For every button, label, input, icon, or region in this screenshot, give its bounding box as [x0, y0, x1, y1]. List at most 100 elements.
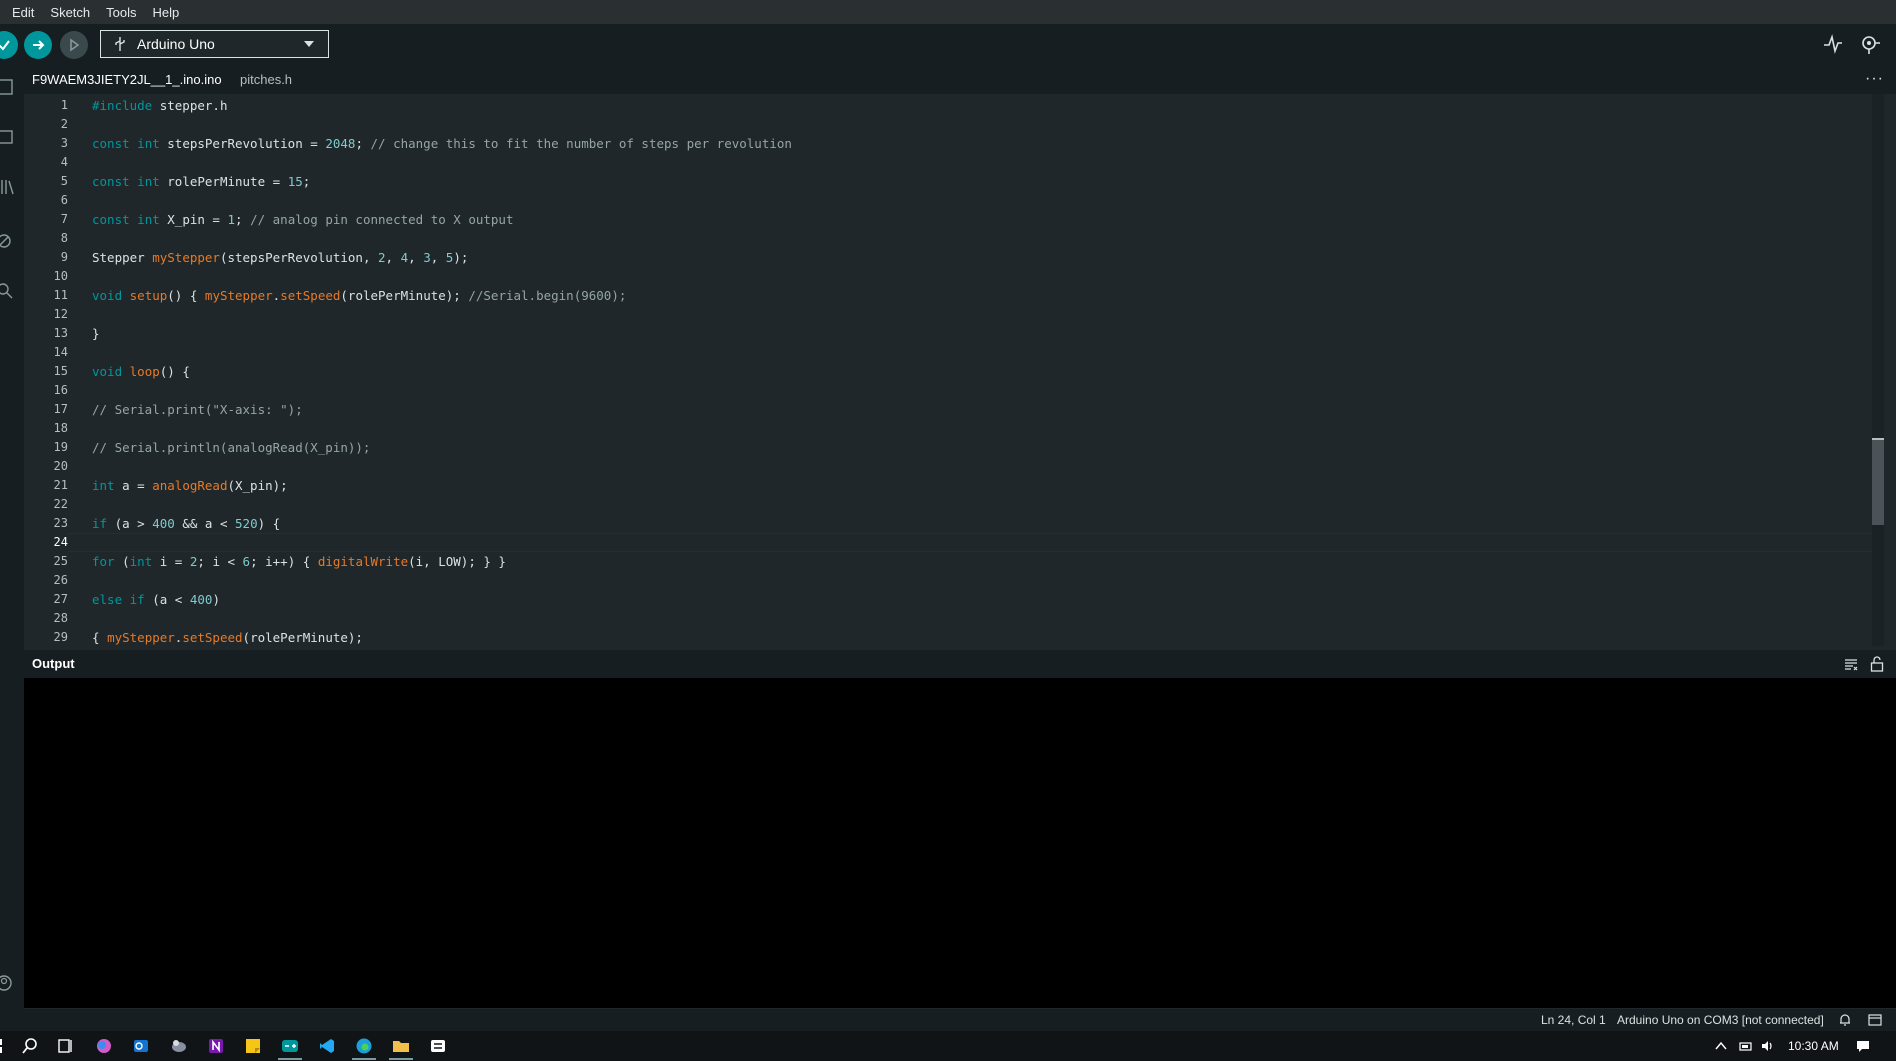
output-console[interactable]	[24, 678, 1896, 1008]
vscode-icon[interactable]	[318, 1037, 336, 1055]
code-token: (rolePerMinute);	[242, 630, 363, 645]
file-explorer-icon[interactable]	[392, 1037, 410, 1055]
code-line[interactable]: Stepper myStepper(stepsPerRevolution, 2,…	[92, 248, 468, 267]
scrollbar-thumb[interactable]	[1872, 438, 1884, 525]
code-token: }	[92, 326, 100, 341]
editor-scrollbar[interactable]	[1872, 94, 1884, 646]
edge-icon[interactable]	[355, 1037, 373, 1055]
code-token: int	[92, 478, 115, 493]
debug-icon	[70, 38, 80, 52]
code-line[interactable]: void setup() { myStepper.setSpeed(rolePe…	[92, 286, 626, 305]
code-token: for	[92, 554, 115, 569]
code-token: 3	[423, 250, 431, 265]
line-number: 21	[53, 478, 68, 492]
clear-output-icon[interactable]	[1844, 657, 1858, 671]
code-token: (X_pin);	[227, 478, 288, 493]
code-line[interactable]: // Serial.println(analogRead(X_pin));	[92, 438, 370, 457]
code-line[interactable]: const int X_pin = 1; // analog pin conne…	[92, 210, 513, 229]
onenote-icon[interactable]	[207, 1037, 225, 1055]
outlook-icon[interactable]	[132, 1037, 150, 1055]
upload-button[interactable]	[24, 31, 52, 59]
code-line[interactable]: }	[92, 324, 100, 343]
teams-app-icon[interactable]	[170, 1037, 188, 1055]
chevron-up-icon[interactable]	[1714, 1039, 1728, 1053]
code-line[interactable]: int a = analogRead(X_pin);	[92, 476, 288, 495]
line-number: 13	[53, 326, 68, 340]
terminal-app-icon[interactable]	[429, 1037, 447, 1055]
line-number: 8	[60, 231, 68, 245]
code-token: 400	[189, 592, 213, 607]
battery-network-icon[interactable]	[1738, 1039, 1752, 1053]
line-number: 3	[60, 136, 68, 150]
menu-help[interactable]: Help	[147, 5, 186, 20]
code-token: (stepsPerRevolution,	[219, 250, 378, 265]
code-line[interactable]: // Serial.print("X-axis: ");	[92, 400, 303, 419]
cursor-position[interactable]: Ln 24, Col 1	[1541, 1009, 1606, 1031]
menu-tools[interactable]: Tools	[100, 5, 142, 20]
sketchbook-icon[interactable]	[0, 78, 16, 96]
serial-plotter-icon[interactable]	[1822, 33, 1844, 55]
task-view-icon[interactable]	[57, 1037, 75, 1055]
code-token: ;	[302, 174, 311, 189]
tab-pitches[interactable]: pitches.h	[232, 66, 300, 94]
code-token: 520	[235, 516, 258, 531]
code-line[interactable]: #include stepper.h	[92, 96, 227, 115]
copilot-icon[interactable]	[95, 1037, 113, 1055]
boards-manager-icon[interactable]	[0, 128, 16, 146]
code-token: #include	[92, 98, 160, 113]
menu-edit[interactable]: Edit	[6, 5, 40, 20]
code-token: const	[92, 174, 130, 189]
volume-icon[interactable]	[1760, 1039, 1774, 1053]
debug-button[interactable]	[60, 31, 88, 59]
editor-tab-bar: F9WAEM3JIETY2JL__1_.ino.ino pitches.h ··…	[24, 66, 1896, 95]
code-token: X_pin =	[159, 212, 228, 227]
account-icon[interactable]	[0, 974, 16, 992]
code-token: ; i <	[197, 554, 243, 569]
serial-monitor-icon[interactable]	[1858, 33, 1882, 55]
toggle-panel-icon[interactable]	[1868, 1014, 1882, 1026]
code-token: 15	[287, 174, 303, 189]
code-line[interactable]: void loop() {	[92, 362, 190, 381]
board-selector[interactable]: Arduino Uno	[100, 30, 329, 58]
code-line[interactable]: { myStepper.setSpeed(rolePerMinute);	[92, 628, 363, 646]
notification-center-icon[interactable]	[1856, 1039, 1870, 1053]
verify-button[interactable]	[0, 31, 18, 59]
menu-sketch[interactable]: Sketch	[44, 5, 96, 20]
code-line[interactable]: for (int i = 2; i < 6; i++) { digitalWri…	[92, 552, 506, 571]
bell-icon[interactable]	[1838, 1013, 1852, 1027]
code-token: );	[453, 250, 469, 265]
lock-icon[interactable]	[1870, 656, 1884, 672]
code-token: () {	[167, 288, 205, 303]
code-line[interactable]: const int stepsPerRevolution = 2048; // …	[92, 134, 792, 153]
arduino-ide-icon[interactable]	[281, 1037, 299, 1055]
code-token: // Serial.print("X-axis: ");	[92, 402, 303, 417]
line-number: 19	[53, 440, 68, 454]
code-editor[interactable]: 1 2 3 4 5 6 7 8 9 10 11 12 13 14 15 16 17 18 19 20 21 22 23 24 2…	[24, 94, 1884, 646]
search-icon[interactable]	[0, 282, 16, 300]
code-token: 2048	[325, 136, 356, 151]
tab-sketch-main[interactable]: F9WAEM3JIETY2JL__1_.ino.ino	[24, 66, 230, 95]
start-icon[interactable]	[0, 1037, 8, 1055]
code-area[interactable]: #include stepper.h const int stepsPerRevo…	[92, 94, 1884, 646]
library-manager-icon[interactable]	[0, 178, 16, 196]
search-taskbar-icon[interactable]	[21, 1037, 39, 1055]
more-tabs-icon[interactable]: ···	[1865, 66, 1884, 92]
code-token: int	[129, 554, 153, 569]
code-line[interactable]: if (a > 400 && a < 520) {	[92, 514, 280, 533]
code-token: i =	[152, 554, 190, 569]
code-line[interactable]: else if (a < 400)	[92, 590, 220, 609]
line-number: 28	[53, 611, 68, 625]
line-number: 5	[60, 174, 68, 188]
line-number-gutter: 1 2 3 4 5 6 7 8 9 10 11 12 13 14 15 16 17 18 19 20 21 22 23 24 2…	[24, 94, 68, 646]
taskbar-clock[interactable]: 10:30 AM	[1788, 1031, 1839, 1061]
line-number: 12	[53, 307, 68, 321]
sticky-notes-icon[interactable]	[244, 1037, 262, 1055]
debug-sidebar-icon[interactable]	[0, 232, 16, 250]
code-line[interactable]: const int rolePerMinute = 15;	[92, 172, 310, 191]
code-token: ,	[430, 250, 446, 265]
line-number: 11	[53, 288, 68, 302]
line-number: 10	[53, 269, 68, 283]
board-status[interactable]: Arduino Uno on COM3 [not connected]	[1617, 1009, 1824, 1031]
